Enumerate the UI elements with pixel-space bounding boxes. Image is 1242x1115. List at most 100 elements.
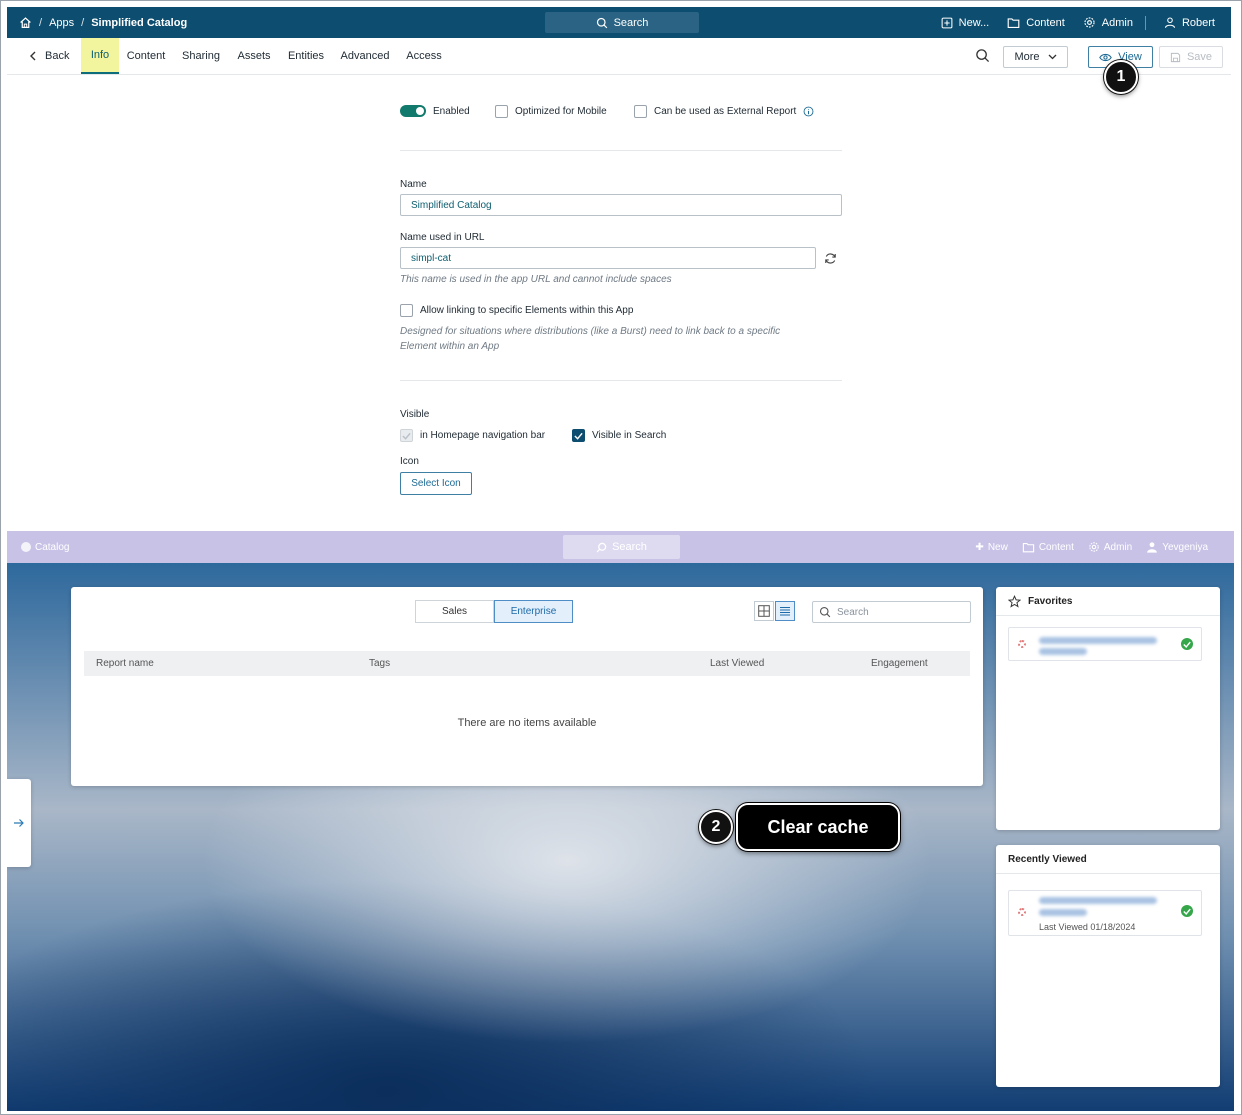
- back-button[interactable]: Back: [29, 38, 69, 74]
- preview-new-button[interactable]: ✚ New: [975, 542, 1007, 553]
- catalog-logo-label: Catalog: [35, 541, 70, 553]
- allow-linking-hint: Designed for situations where distributi…: [400, 326, 781, 352]
- grid-icon: [758, 605, 770, 617]
- user-name: Robert: [1181, 16, 1215, 29]
- catalog-logo[interactable]: Catalog: [21, 531, 69, 563]
- name-input[interactable]: Simplified Catalog: [400, 194, 842, 216]
- new-button[interactable]: New...: [941, 17, 989, 29]
- content-button[interactable]: Content: [1007, 17, 1065, 29]
- save-label: Save: [1186, 51, 1213, 63]
- favorite-item[interactable]: [1008, 627, 1202, 661]
- reports-table-header: Report name Tags Last Viewed Engagement: [84, 651, 970, 676]
- divider: [1144, 15, 1146, 30]
- homepage-nav-checkbox[interactable]: [400, 429, 413, 442]
- url-name-hint: This name is used in the app URL and can…: [400, 274, 672, 285]
- user-icon: [1146, 541, 1158, 553]
- last-viewed-date: Last Viewed 01/18/2024: [1039, 922, 1136, 932]
- report-type-icon: [1018, 908, 1026, 916]
- enabled-label: Enabled: [433, 105, 470, 117]
- admin-button[interactable]: Admin: [1083, 16, 1133, 29]
- optimized-mobile-checkbox[interactable]: [495, 105, 508, 118]
- eye-icon: [1099, 53, 1112, 62]
- tab-entities[interactable]: Entities: [285, 38, 327, 74]
- homepage-nav-row: in Homepage navigation bar: [400, 429, 545, 442]
- global-search-label: Search: [613, 16, 649, 29]
- info-icon[interactable]: [803, 106, 814, 117]
- breadcrumb-apps[interactable]: Apps: [49, 17, 74, 29]
- refresh-icon[interactable]: [824, 252, 837, 265]
- user-icon: [1164, 16, 1176, 29]
- gear-icon: [1083, 16, 1096, 29]
- blurred-report-name: [1039, 909, 1087, 916]
- user-menu[interactable]: Robert: [1164, 16, 1215, 29]
- allow-linking-label: Allow linking to specific Elements withi…: [420, 305, 634, 316]
- list-view-button[interactable]: [775, 601, 795, 621]
- section-divider: [400, 380, 842, 381]
- recently-viewed-item[interactable]: Last Viewed 01/18/2024: [1008, 890, 1202, 936]
- visible-search-checkbox[interactable]: [572, 429, 585, 442]
- breadcrumb-separator: /: [39, 16, 43, 29]
- preview-top-bar: Catalog Search ✚ New Content Admin Yevgen…: [7, 531, 1234, 563]
- more-dropdown[interactable]: More: [1003, 46, 1068, 68]
- reports-card: Sales Enterprise Search Report name Tags…: [71, 587, 983, 786]
- clear-cache-callout: Clear cache: [736, 803, 900, 851]
- name-label: Name: [400, 179, 427, 190]
- tab-info[interactable]: Info: [81, 38, 119, 74]
- preview-user-menu[interactable]: Yevgeniya: [1146, 541, 1208, 553]
- preview-content-button[interactable]: Content: [1022, 542, 1074, 553]
- home-icon[interactable]: [19, 16, 32, 29]
- star-icon: [1008, 594, 1021, 608]
- check-circle-icon: [1181, 638, 1193, 650]
- save-icon: [1170, 52, 1181, 63]
- catalog-logo-icon: [21, 542, 31, 552]
- url-name-input[interactable]: simpl-cat: [400, 247, 816, 269]
- external-report-label: Can be used as External Report: [654, 106, 797, 117]
- plus-square-icon: [941, 17, 953, 29]
- preview-content-label: Content: [1038, 541, 1074, 553]
- tab-advanced[interactable]: Advanced: [339, 38, 391, 74]
- column-tags[interactable]: Tags: [369, 658, 390, 669]
- icon-label: Icon: [400, 456, 419, 467]
- catalog-segment-control: Sales Enterprise: [415, 600, 573, 623]
- plus-icon: ✚: [975, 541, 984, 553]
- more-label: More: [1014, 51, 1040, 63]
- search-icon[interactable]: [975, 48, 990, 63]
- segment-sales[interactable]: Sales: [415, 600, 494, 623]
- visible-label: Visible: [400, 409, 430, 420]
- tab-content[interactable]: Content: [123, 38, 169, 74]
- search-icon: [819, 606, 831, 618]
- enabled-toggle[interactable]: [400, 105, 426, 117]
- tab-access[interactable]: Access: [404, 38, 444, 74]
- preview-admin-button[interactable]: Admin: [1088, 541, 1132, 553]
- allow-linking-checkbox[interactable]: [400, 304, 413, 317]
- global-search[interactable]: Search: [545, 12, 699, 33]
- column-report-name[interactable]: Report name: [96, 658, 154, 669]
- external-report-row: Can be used as External Report: [634, 105, 814, 118]
- tab-assets[interactable]: Assets: [234, 38, 274, 74]
- save-button[interactable]: Save: [1159, 46, 1223, 68]
- chevron-down-icon: [1048, 54, 1057, 60]
- side-panel-toggle[interactable]: [7, 779, 31, 867]
- column-last-viewed[interactable]: Last Viewed: [710, 658, 764, 669]
- recently-viewed-header: Recently Viewed: [996, 845, 1220, 874]
- catalog-preview: Catalog Search ✚ New Content Admin Yevgen…: [7, 531, 1234, 1111]
- visible-search-row: Visible in Search: [572, 429, 666, 442]
- gear-icon: [1088, 541, 1100, 553]
- column-engagement[interactable]: Engagement: [871, 658, 928, 669]
- preview-search[interactable]: Search: [563, 535, 680, 559]
- search-icon: [596, 17, 608, 29]
- select-icon-button[interactable]: Select Icon: [400, 472, 472, 495]
- segment-enterprise[interactable]: Enterprise: [494, 600, 573, 623]
- blurred-report-name: [1039, 897, 1157, 904]
- enabled-toggle-row: Enabled: [400, 105, 470, 117]
- breadcrumb-separator: /: [81, 16, 85, 29]
- allow-linking-row: Allow linking to specific Elements withi…: [400, 304, 633, 317]
- blurred-report-name: [1039, 637, 1157, 644]
- reports-search-placeholder: Search: [837, 606, 869, 618]
- check-circle-icon: [1181, 905, 1193, 917]
- reports-search-input[interactable]: Search: [812, 601, 971, 623]
- tab-sharing[interactable]: Sharing: [180, 38, 222, 74]
- grid-view-button[interactable]: [754, 601, 774, 621]
- admin-label: Admin: [1101, 16, 1133, 29]
- external-report-checkbox[interactable]: [634, 105, 647, 118]
